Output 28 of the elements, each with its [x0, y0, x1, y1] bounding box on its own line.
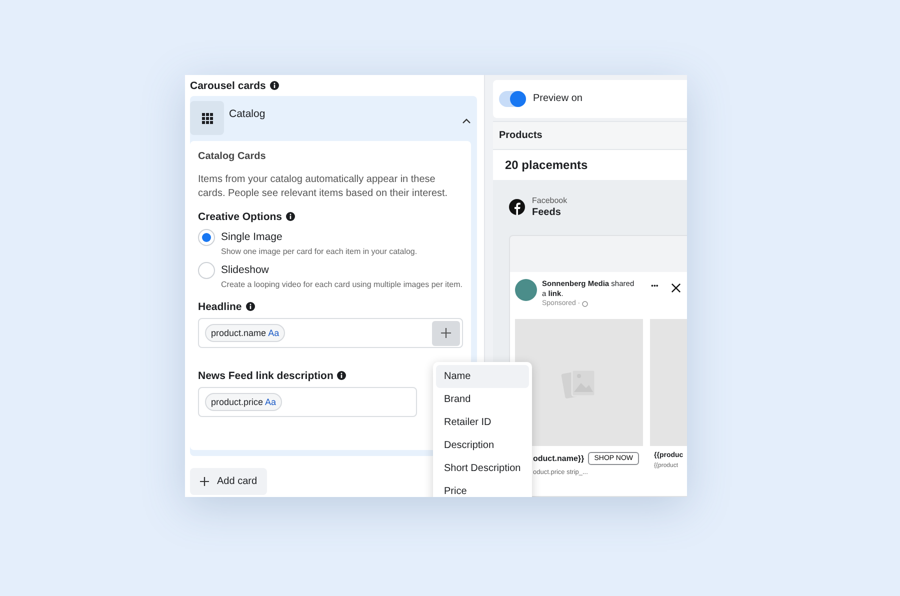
menu-item[interactable]: Description — [436, 434, 529, 457]
card-headline: oduct.name}} — [533, 454, 584, 463]
placements-count: 20 placements — [493, 150, 687, 180]
option-hint: Create a looping video for each card using multiple images per item. — [221, 279, 462, 290]
toggle-label: Preview on — [533, 93, 582, 104]
menu-item[interactable]: Retailer ID — [436, 411, 529, 434]
input-field[interactable]: product.price Aa — [198, 387, 417, 417]
menu-item[interactable]: Name — [436, 365, 529, 388]
card-description: Items from your catalog automatically appear in these cards. People see relevant items based on their interest. — [198, 173, 449, 201]
field-label: Headline — [198, 300, 242, 312]
option-label: Slideshow — [221, 264, 270, 276]
section-title: Carousel cards — [190, 80, 266, 92]
option-label: Single Image — [221, 231, 284, 243]
token-chip[interactable]: product.price Aa — [205, 393, 282, 411]
token-chip[interactable]: product.name Aa — [205, 324, 286, 342]
menu-item[interactable]: Brand — [436, 388, 529, 411]
options-label: Creative Options — [198, 210, 282, 222]
card-title: Catalog Cards — [198, 151, 267, 162]
option-hint: Show one image per card for each item in your catalog. — [221, 246, 418, 257]
menu-item[interactable]: Price — [436, 480, 529, 497]
placement-name: Feeds — [532, 207, 562, 218]
menu-item[interactable]: Short Description — [436, 457, 529, 480]
input-field[interactable]: product.name Aa — [198, 318, 463, 348]
products-tab[interactable]: Products — [493, 120, 687, 150]
accordion-title[interactable]: Catalog — [229, 108, 462, 120]
platform-name: Facebook — [532, 196, 568, 205]
add-card-button[interactable]: Add card — [190, 468, 268, 495]
field-label: News Feed link description — [198, 370, 334, 382]
